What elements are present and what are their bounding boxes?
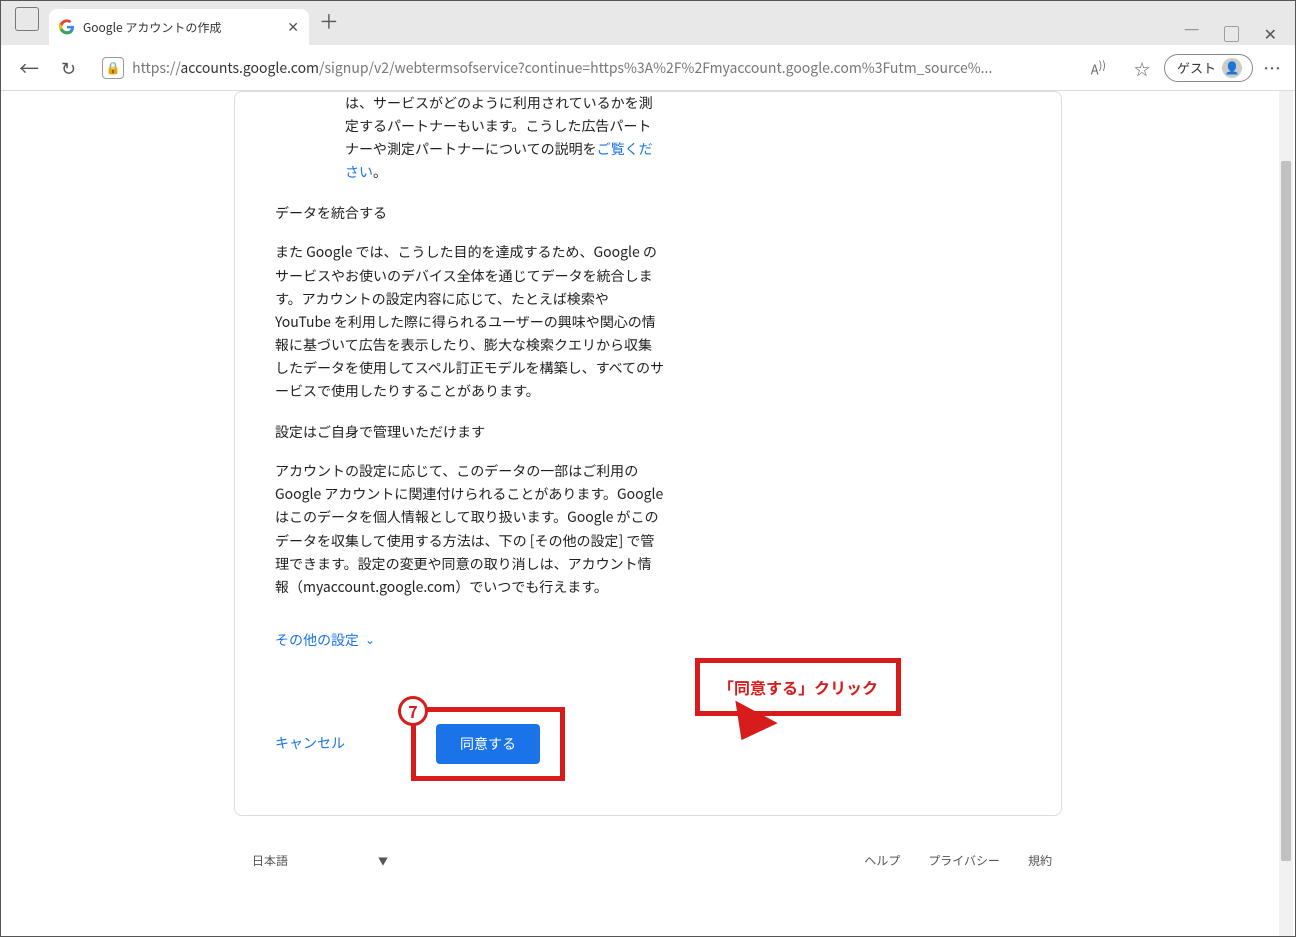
browser-toolbar: ← ↻ 🔒 https://accounts.google.com/signup… <box>1 45 1295 91</box>
address-bar[interactable]: 🔒 https://accounts.google.com/signup/v2/… <box>92 51 1120 85</box>
back-button[interactable]: ← <box>13 49 45 86</box>
window-close-icon[interactable]: ✕ <box>1264 21 1277 45</box>
section-body-combine: また Google では、こうした目的を達成するため、Google のサービスや… <box>275 241 665 403</box>
avatar-icon: 👤 <box>1222 58 1242 78</box>
read-aloud-icon[interactable]: A)) <box>1087 53 1110 82</box>
agree-area: 7 同意する <box>411 707 565 781</box>
refresh-button[interactable]: ↻ <box>55 51 82 85</box>
guest-profile[interactable]: ゲスト 👤 <box>1164 54 1253 82</box>
more-settings-label: その他の設定 <box>275 629 359 652</box>
chevron-down-icon: ⌄ <box>365 630 375 650</box>
help-link[interactable]: ヘルプ <box>864 852 900 869</box>
annotation-highlight-frame: 7 同意する <box>411 707 565 781</box>
cancel-button[interactable]: キャンセル <box>275 732 345 755</box>
new-tab-button[interactable]: ＋ <box>319 6 339 35</box>
language-selector[interactable]: 日本語 ▼ <box>244 848 396 873</box>
tabs-area: Google アカウントの作成 ✕ ＋ <box>9 1 1184 45</box>
window-controls: ― ▢ ✕ <box>1184 15 1295 45</box>
content-wrap: は、サービスがどのように利用されているかを測定するパートナーもいます。こうした広… <box>234 91 1062 887</box>
terms-link[interactable]: 規約 <box>1028 852 1052 869</box>
terms-text-column: は、サービスがどのように利用されているかを測定するパートナーもいます。こうした広… <box>275 92 665 781</box>
agree-button[interactable]: 同意する <box>436 724 540 764</box>
caret-down-icon: ▼ <box>378 853 388 868</box>
google-favicon <box>59 19 75 35</box>
browser-menu-icon[interactable]: ⋯ <box>1263 55 1283 81</box>
tab-title: Google アカウントの作成 <box>83 19 221 36</box>
favorites-icon[interactable]: ☆ <box>1130 52 1154 84</box>
terms-card: は、サービスがどのように利用されているかを測定するパートナーもいます。こうした広… <box>234 91 1062 816</box>
privacy-link[interactable]: プライバシー <box>928 852 1000 869</box>
guest-label: ゲスト <box>1177 58 1216 77</box>
section-heading-combine: データを統合する <box>275 202 665 225</box>
partner-paragraph: は、サービスがどのように利用されているかを測定するパートナーもいます。こうした広… <box>345 92 665 184</box>
lock-icon[interactable]: 🔒 <box>102 57 124 79</box>
annotation-step-badge: 7 <box>398 696 428 726</box>
annotation-callout: 「同意する」クリック <box>695 658 901 716</box>
url-text: https://accounts.google.com/signup/v2/we… <box>132 58 1079 78</box>
window-maximize-icon[interactable]: ▢ <box>1224 21 1240 45</box>
scrollbar-track[interactable] <box>1279 91 1293 936</box>
browser-tab[interactable]: Google アカウントの作成 ✕ <box>49 9 309 45</box>
section-heading-control: 設定はご自身で管理いただけます <box>275 421 665 444</box>
footer-links: ヘルプ プライバシー 規約 <box>864 852 1052 869</box>
section-body-control: アカウントの設定に応じて、このデータの一部はご利用の Google アカウントに… <box>275 460 665 599</box>
close-tab-icon[interactable]: ✕ <box>287 17 299 37</box>
language-label: 日本語 <box>252 852 288 869</box>
window-minimize-icon[interactable]: ― <box>1184 17 1200 41</box>
scrollbar-thumb[interactable] <box>1281 161 1291 861</box>
tab-actions-icon[interactable] <box>15 7 39 31</box>
more-settings-toggle[interactable]: その他の設定 ⌄ <box>275 629 665 652</box>
page-viewport: は、サービスがどのように利用されているかを測定するパートナーもいます。こうした広… <box>1 91 1295 936</box>
action-row: キャンセル 7 同意する <box>275 707 665 781</box>
browser-titlebar: Google アカウントの作成 ✕ ＋ ― ▢ ✕ <box>1 1 1295 45</box>
page-footer: 日本語 ▼ ヘルプ プライバシー 規約 <box>234 834 1062 887</box>
